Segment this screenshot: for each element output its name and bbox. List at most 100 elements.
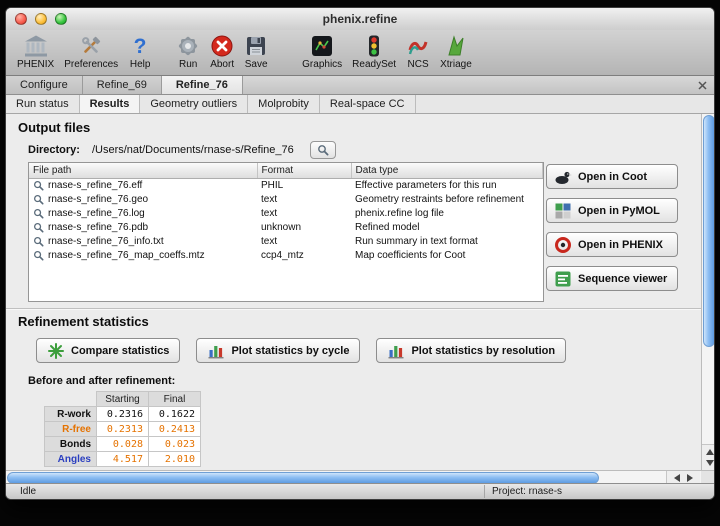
stat-starting: 0.2313 [97,422,149,437]
subtab-label: Molprobity [258,98,309,110]
status-divider [484,485,485,498]
stat-final: 0.023 [149,437,201,452]
subtab-results[interactable]: Results [80,95,141,113]
plot-by-resolution-button[interactable]: Plot statistics by resolution [376,338,566,363]
coot-bird-icon [554,168,572,186]
button-label: Open in PyMOL [578,205,660,217]
output-files-table: File path Format Data type rnase-s_refin… [28,162,544,302]
titlebar[interactable]: phenix.refine [6,8,714,30]
directory-row: Directory: /Users/nat/Documents/rnase-s/… [28,141,336,159]
output-files-heading: Output files [18,120,90,135]
project-label: Project: rnase-s [492,484,562,499]
toolbar: PHENIX Preferences ? Help Run Abort Save… [6,30,714,76]
stat-final: 2.010 [149,452,201,467]
minimize-window-button[interactable] [35,13,47,25]
phenix-logo-icon [24,34,48,58]
magnifier-icon [33,236,44,247]
scroll-up-icon[interactable] [706,449,714,455]
magnifier-icon [33,180,44,191]
stat-starting: 0.2316 [97,407,149,422]
button-label: Sequence viewer [578,273,667,285]
column-header-format: Format [257,163,351,178]
plot-by-cycle-button[interactable]: Plot statistics by cycle [196,338,360,363]
scroll-right-icon[interactable] [687,474,693,482]
toolbar-label: Run [179,59,197,70]
tab-label: Configure [20,79,68,91]
gear-icon [176,34,200,58]
magnifier-icon [33,208,44,219]
close-tab-button[interactable] [696,79,709,92]
column-header-starting: Starting [97,392,149,407]
open-in-pymol-button[interactable]: Open in PyMOL [546,198,678,223]
subtab-molprobity[interactable]: Molprobity [248,95,320,113]
tab-refine-69[interactable]: Refine_69 [83,76,162,94]
toolbar-button-xtriage[interactable]: Xtriage [435,33,477,71]
scroll-down-icon[interactable] [706,460,714,466]
subtab-geometry-outliers[interactable]: Geometry outliers [140,95,248,113]
toolbar-button-graphics[interactable]: Graphics [297,33,347,71]
stat-label: R-work [45,407,97,422]
window-title: phenix.refine [6,8,714,30]
file-row[interactable]: rnase-s_refine_76.log text phenix.refine… [29,206,543,220]
vertical-scrollbar[interactable] [701,114,715,470]
zoom-window-button[interactable] [55,13,67,25]
traffic-lights [15,13,67,25]
stats-row: Bonds 0.028 0.023 [45,437,201,452]
file-row[interactable]: rnase-s_refine_76.geo text Geometry rest… [29,192,543,206]
toolbar-button-phenix[interactable]: PHENIX [12,33,59,71]
toolbar-button-run[interactable]: Run [171,33,205,71]
tab-refine-76[interactable]: Refine_76 [162,76,243,94]
tab-configure[interactable]: Configure [6,76,83,94]
file-type: Map coefficients for Coot [351,248,543,262]
file-row[interactable]: rnase-s_refine_76_info.txt text Run summ… [29,234,543,248]
toolbar-label: ReadySet [352,59,396,70]
file-format: text [257,206,351,220]
toolbar-label: PHENIX [17,59,54,70]
subtab-real-space-cc[interactable]: Real-space CC [320,95,416,113]
magnifier-icon [33,222,44,233]
app-window: phenix.refine PHENIX Preferences ? Help … [5,7,715,500]
toolbar-button-help[interactable]: ? Help [123,33,157,71]
bar-chart-icon [387,342,405,360]
close-window-button[interactable] [15,13,27,25]
before-after-label: Before and after refinement: [28,375,175,387]
vertical-scroll-arrows [702,444,715,470]
toolbar-label: Xtriage [440,59,472,70]
toolbar-button-preferences[interactable]: Preferences [59,33,123,71]
toolbar-button-abort[interactable]: Abort [205,33,239,71]
open-in-phenix-button[interactable]: Open in PHENIX [546,232,678,257]
browse-directory-button[interactable] [310,141,336,159]
stat-label: Angles [45,452,97,467]
file-format: text [257,192,351,206]
stats-row: R-free 0.2313 0.2413 [45,422,201,437]
file-row[interactable]: rnase-s_refine_76.pdb unknown Refined mo… [29,220,543,234]
statusbar: Idle Project: rnase-s [6,483,714,499]
subtab-label: Real-space CC [330,98,405,110]
xtriage-icon [444,34,468,58]
column-header-data-type: Data type [351,163,543,178]
magnifier-icon [317,144,329,156]
sequence-viewer-button[interactable]: Sequence viewer [546,266,678,291]
directory-label: Directory: [28,144,80,156]
file-name: rnase-s_refine_76.pdb [48,222,148,233]
subtab-run-status[interactable]: Run status [6,95,80,113]
toolbar-button-save[interactable]: Save [239,33,273,71]
file-row[interactable]: rnase-s_refine_76.eff PHIL Effective par… [29,178,543,192]
stats-row: Angles 4.517 2.010 [45,452,201,467]
section-divider [6,308,715,309]
open-in-coot-button[interactable]: Open in Coot [546,164,678,189]
magnifier-icon [33,250,44,261]
file-name: rnase-s_refine_76_map_coeffs.mtz [48,250,205,261]
file-row[interactable]: rnase-s_refine_76_map_coeffs.mtz ccp4_mt… [29,248,543,262]
toolbar-button-readyset[interactable]: ReadySet [347,33,401,71]
help-icon: ? [128,34,152,58]
scroll-left-icon[interactable] [674,474,680,482]
phenix-ring-icon [554,236,572,254]
compare-statistics-button[interactable]: Compare statistics [36,338,180,363]
vertical-scrollbar-thumb[interactable] [703,115,715,347]
toolbar-button-ncs[interactable]: NCS [401,33,435,71]
magnifier-icon [33,194,44,205]
button-label: Plot statistics by cycle [231,345,349,357]
subtab-label: Run status [16,98,69,110]
stat-starting: 0.028 [97,437,149,452]
